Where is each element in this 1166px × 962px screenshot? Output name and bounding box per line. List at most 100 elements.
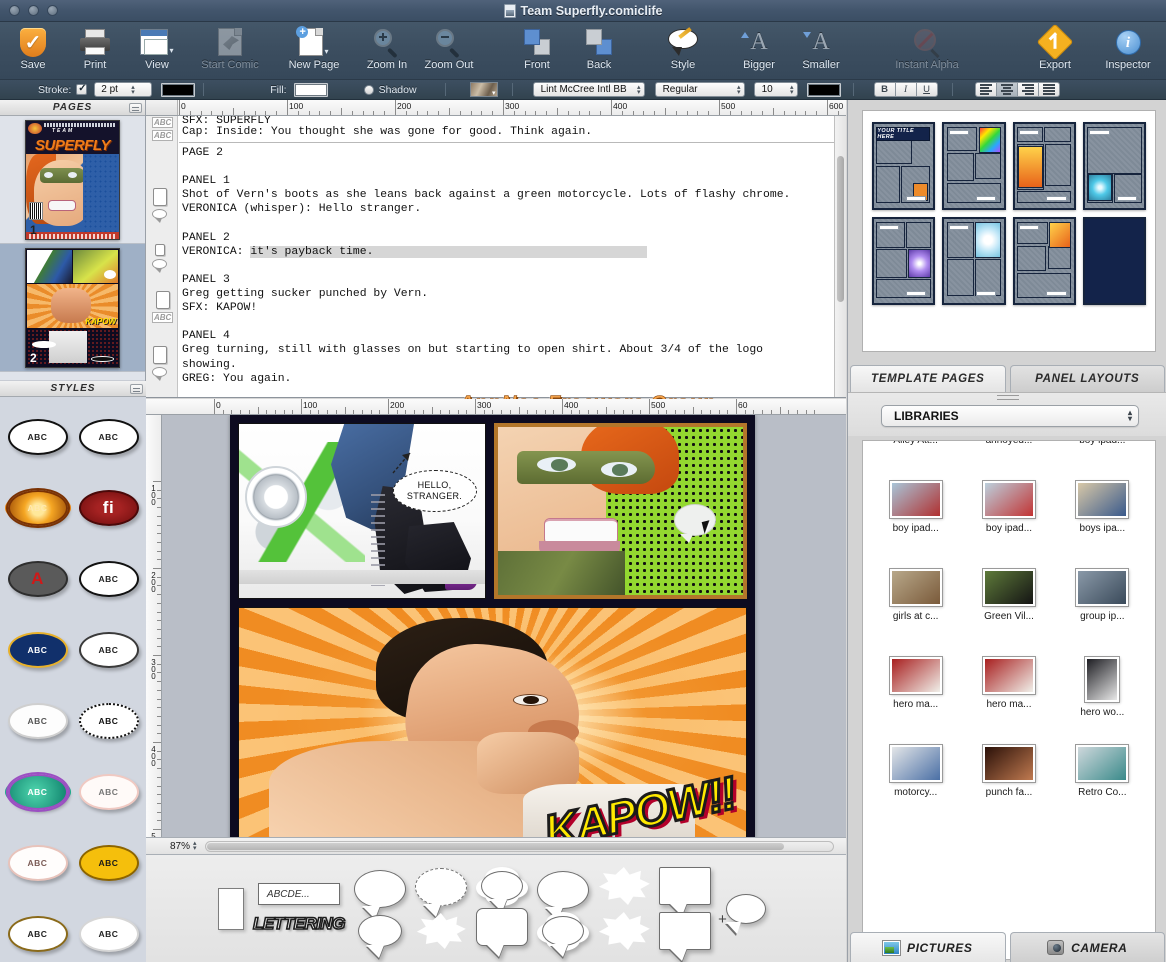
toolbar-style[interactable]: Style [652,26,714,71]
toolbar-export[interactable]: Export [1024,23,1086,71]
script-line[interactable]: showing. [182,358,834,372]
script-line[interactable] [182,259,834,273]
balloon-rounded-rect-tool[interactable] [475,908,528,957]
script-vertical-scrollbar[interactable] [834,116,846,397]
balloon-cloud2-tool[interactable] [541,916,584,957]
toolbar-bigger[interactable]: A Bigger [728,26,790,71]
library-item[interactable]: annoyed... [962,441,1055,473]
font-size-popup[interactable]: 10 ▴ ▾ [753,82,798,97]
script-line[interactable]: Cap: Inside: You thought she was gone fo… [182,125,834,139]
toolbar-instant-alpha[interactable]: Instant Alpha [872,26,982,71]
text-style-group[interactable]: B I U [873,82,938,97]
comic-page-2[interactable]: HELLO, STRANGER. KAPOW!! [230,415,755,854]
panel-marker-icon[interactable] [154,244,165,256]
library-item[interactable]: Alley Att... [869,441,962,473]
script-line[interactable]: PANEL 3 [182,273,834,287]
pages-list[interactable]: TEAM SUPERFLY 1 KAPOW 2 [0,116,145,380]
toolbar-back[interactable]: Back [568,26,630,71]
script-line[interactable]: PAGE 2 [182,146,834,160]
balloon-cloud-tool[interactable] [480,871,523,912]
align-right-button[interactable] [1016,82,1039,97]
panel-kapow[interactable]: KAPOW!! [238,607,747,847]
template-thumbnail[interactable] [1012,122,1076,210]
template-grid[interactable]: YOUR TITLE HERE [863,111,1155,316]
script-line[interactable]: Greg turning, still with glasses on but … [182,343,834,357]
template-thumbnail[interactable] [942,217,1006,305]
toolbar-smaller[interactable]: A Smaller [790,26,852,71]
style-swatch[interactable]: ABC [73,898,144,962]
balloon-star-tool[interactable] [598,867,650,905]
tab-camera[interactable]: CAMERA [1009,932,1165,962]
template-thumbnail[interactable] [942,122,1006,210]
scrollbar-thumb[interactable] [837,156,844,302]
style-swatch[interactable]: ABC [2,472,73,543]
panel-motorcycle[interactable]: HELLO, STRANGER. [238,423,486,599]
panel-tool[interactable] [218,887,244,930]
bold-button[interactable]: B [873,82,896,97]
balloon-add-tool[interactable]: + [718,893,766,934]
align-group[interactable] [974,82,1060,97]
zoom-button[interactable] [47,5,58,16]
library-item[interactable]: punch fa... [962,737,1055,825]
tab-panel-layouts[interactable]: PANEL LAYOUTS [1009,365,1165,392]
texture-well[interactable]: ▾ [469,82,498,97]
toolbar-zoom-out[interactable]: Zoom Out [418,26,480,71]
panel-resize-grip[interactable] [130,384,143,394]
style-swatch[interactable]: ABC [2,614,73,685]
panel-resize-grip[interactable] [129,103,142,113]
lettering-tool[interactable]: LETTERING [252,913,346,934]
template-thumbnail[interactable] [872,217,936,305]
balloon-star2-tool[interactable] [598,912,650,950]
template-thumbnail[interactable] [1082,122,1146,210]
close-button[interactable] [9,5,20,16]
canvas-horizontal-scrollbar[interactable] [204,840,834,852]
panel-marker-icon[interactable] [152,188,167,206]
balloon-rect-tool[interactable] [658,867,711,916]
toolbar-inspector[interactable]: i Inspector [1086,26,1166,71]
balloon-scalloped-tool[interactable] [416,913,466,949]
toolbar-front[interactable]: Front [506,26,568,71]
style-swatch[interactable]: ABC [73,685,144,756]
library-item[interactable]: Retro Co... [1056,737,1149,825]
style-swatch[interactable]: ABC [73,756,144,827]
align-justify-button[interactable] [1037,82,1060,97]
balloon-marker-icon[interactable] [152,367,167,381]
toolbar-zoom-in[interactable]: Zoom In [356,26,418,71]
toolbar-start-comic[interactable]: Start Comic [188,26,272,71]
script-line[interactable]: SFX: KAPOW! [182,301,834,315]
page-thumb-1[interactable]: TEAM SUPERFLY 1 [0,116,145,244]
library-source-tabs[interactable]: PICTURES CAMERA [848,930,1166,962]
style-swatch[interactable]: ABC [2,401,73,472]
caption-tool[interactable]: ABCDE... [257,883,340,905]
library-item[interactable]: motorcy... [869,737,962,825]
library-source-popup[interactable]: LIBRARIES ▴ ▾ [881,405,1139,427]
library-browser[interactable]: Alley Att... annoyed... boy ipad... boy ipa… [862,440,1156,960]
text-color-swatch[interactable] [806,82,841,97]
script-line[interactable] [182,315,834,329]
library-item[interactable]: hero ma... [962,649,1055,737]
library-item[interactable]: hero wo... [1056,649,1149,737]
script-text-body[interactable]: SFX: SUPERFLY Cap: Inside: You thought sh… [179,116,834,397]
stroke-checkbox[interactable] [76,83,88,95]
script-line[interactable]: SFX: SUPERFLY [182,116,834,125]
template-thumbnail[interactable]: YOUR TITLE HERE [872,122,936,210]
font-family-popup[interactable]: Lint McCree Intl BB ▴ ▾ [532,82,645,97]
fill-color-swatch[interactable] [293,82,328,97]
balloon-marker-icon[interactable] [152,259,167,273]
window-controls[interactable] [9,5,58,16]
script-line[interactable]: Shot of Vern's boots as she leans back a… [182,188,834,202]
balloon-marker-icon[interactable] [152,209,167,223]
script-line[interactable]: Greg getting sucker punched by Vern. [182,287,834,301]
underline-button[interactable]: U [915,82,938,97]
align-center-button[interactable] [995,82,1018,97]
tab-pictures[interactable]: PICTURES [850,932,1006,962]
style-swatch[interactable]: ABC [73,827,144,898]
style-swatch[interactable]: ABC [2,756,73,827]
script-line[interactable]: VERONICA (whisper): Hello stranger. [182,202,834,216]
style-swatch[interactable]: ABC [73,614,144,685]
library-item[interactable]: group ip... [1056,561,1149,649]
balloon-rect2-tool[interactable] [658,912,711,961]
template-pages-box[interactable]: YOUR TITLE HERE [862,110,1156,352]
font-style-popup[interactable]: Regular ▴ ▾ [654,82,745,97]
stroke-width-stepper[interactable]: 2 pt ▴ ▾ [94,82,153,97]
